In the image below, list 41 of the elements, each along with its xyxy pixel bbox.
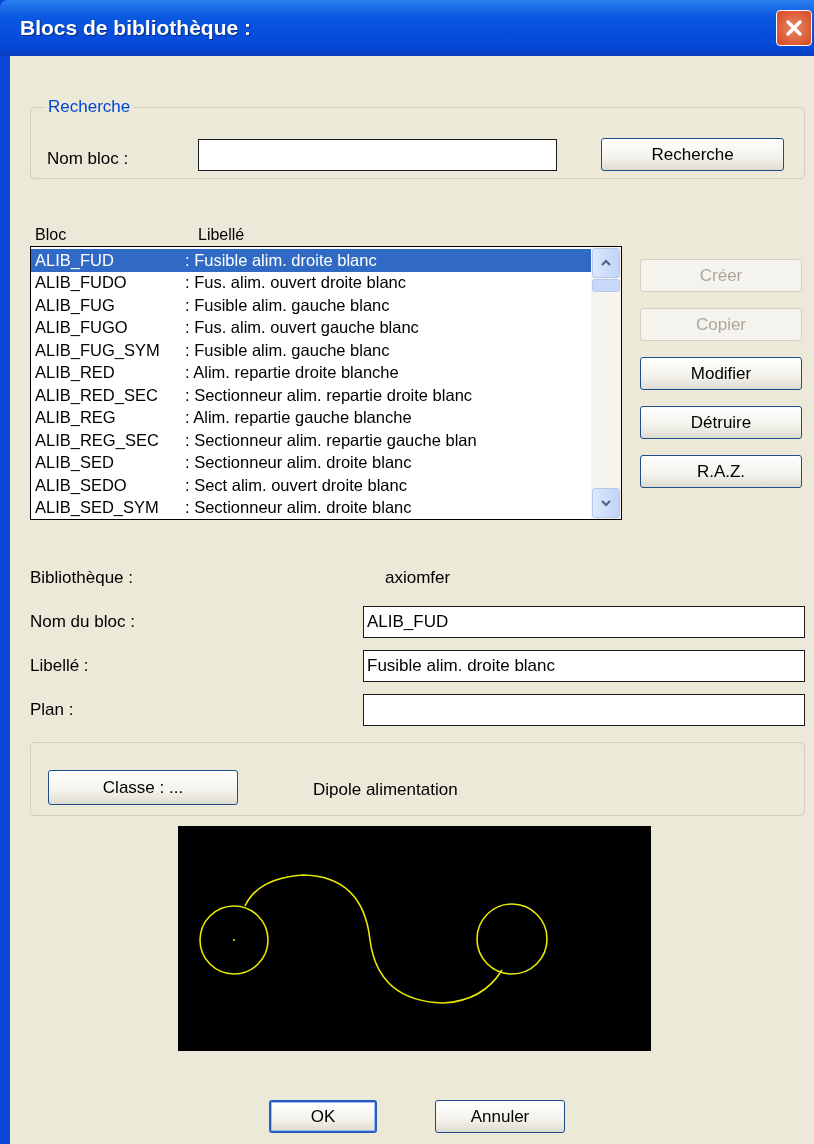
text-field[interactable]: [363, 694, 805, 726]
text-field[interactable]: Fusible alim. droite blanc: [363, 650, 805, 682]
list-row[interactable]: ALIB_REG_SEC : Sectionneur alim. repartie gauche blan: [31, 429, 591, 452]
dialog-button[interactable]: OK: [269, 1100, 377, 1133]
search-button[interactable]: Recherche: [601, 138, 784, 171]
window-title: Blocs de bibliothèque :: [20, 16, 251, 40]
action-button[interactable]: R.A.Z.: [640, 455, 802, 488]
action-button[interactable]: Modifier: [640, 357, 802, 390]
list-row[interactable]: ALIB_FUDO : Fus. alim. ouvert droite blanc: [31, 271, 591, 294]
field-label: Plan :: [30, 700, 75, 720]
close-icon: [784, 18, 804, 38]
scroll-thumb[interactable]: [592, 279, 620, 292]
field-label: Nom du bloc :: [30, 612, 136, 632]
search-field[interactable]: [197, 138, 558, 171]
list-row[interactable]: ALIB_FUD : Fusible alim. droite blanc: [31, 249, 591, 272]
field-label: Nom bloc :: [47, 148, 130, 169]
chevron-up-icon: [600, 259, 612, 267]
chevron-down-icon: [600, 499, 612, 507]
list-row[interactable]: ALIB_FUG : Fusible alim. gauche blanc: [31, 294, 591, 317]
list-row[interactable]: ALIB_SED : Sectionneur alim. droite blanc: [31, 451, 591, 474]
close-button[interactable]: [776, 10, 812, 46]
action-button[interactable]: Détruire: [640, 406, 802, 439]
list-row[interactable]: ALIB_FUG_SYM : Fusible alim. gauche blanc: [31, 339, 591, 362]
column-header: Bloc: [34, 226, 68, 245]
list-row[interactable]: ALIB_SEDO : Sect alim. ouvert droite blanc: [31, 474, 591, 497]
class-button[interactable]: Classe : ...: [48, 770, 238, 805]
list-row[interactable]: ALIB_SED_SYM : Sectionneur alim. droite blanc: [31, 496, 591, 519]
scroll-up-button[interactable]: [592, 248, 620, 278]
scrollbar[interactable]: [591, 247, 621, 519]
dialog-button[interactable]: Annuler: [435, 1100, 565, 1133]
text-field[interactable]: ALIB_FUD: [363, 606, 805, 638]
list-row[interactable]: ALIB_RED : Alim. repartie droite blanche: [31, 361, 591, 384]
list-row[interactable]: ALIB_FUGO : Fus. alim. ouvert gauche blanc: [31, 316, 591, 339]
column-header: Libellé: [198, 226, 245, 245]
class-value: Dipole alimentation: [313, 780, 458, 800]
list-row[interactable]: ALIB_REG : Alim. repartie gauche blanche: [31, 406, 591, 429]
list-row[interactable]: ALIB_RED_SEC : Sectionneur alim. repartie droite blanc: [31, 384, 591, 407]
scroll-down-button[interactable]: [592, 488, 620, 518]
field-label: Bibliothèque :: [30, 568, 135, 589]
library-value: axiomfer: [384, 568, 451, 589]
field-label: Libellé :: [30, 656, 90, 676]
